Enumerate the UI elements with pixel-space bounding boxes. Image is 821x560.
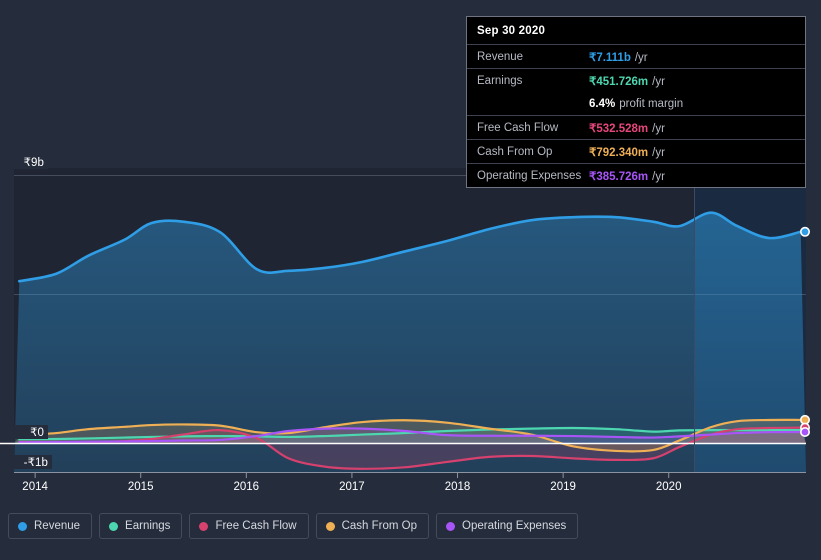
legend-color-dot — [109, 521, 119, 531]
legend-item-operating-expenses[interactable]: Operating Expenses — [436, 513, 579, 539]
tooltip-row-value: ₹451.726m/yr — [589, 75, 665, 88]
legend-item-earnings[interactable]: Earnings — [99, 513, 183, 539]
y-axis-label-top: ₹9b — [0, 155, 48, 169]
x-axis-label-2019: 2019 — [550, 481, 576, 493]
legend-color-dot — [325, 521, 335, 531]
x-axis-label-2018: 2018 — [444, 481, 471, 493]
tooltip-row-label: Cash From Op — [477, 145, 553, 158]
tooltip-row: 6.4% profit margin — [467, 92, 805, 115]
end-marker-operating-expenses[interactable] — [799, 426, 810, 437]
tooltip-row: Revenue ₹7.111b/yr — [467, 44, 805, 68]
legend-item-cash-from-op[interactable]: Cash From Op — [315, 513, 430, 539]
tooltip-row-value: ₹7.111b/yr — [589, 51, 648, 64]
tooltip-row-value: ₹385.726m/yr — [589, 170, 665, 183]
tooltip-row-label: Free Cash Flow — [477, 121, 559, 134]
tooltip-row-unit: profit margin — [619, 97, 684, 110]
tooltip-row-label: Earnings — [477, 74, 523, 87]
legend-item-label: Free Cash Flow — [215, 520, 297, 532]
legend-item-label: Cash From Op — [341, 520, 418, 532]
x-axis-label-2015: 2015 — [127, 481, 154, 493]
y-axis-label-zero: ₹0 — [0, 425, 48, 439]
tooltip-row-unit: /yr — [652, 170, 665, 183]
tooltip-row-unit: /yr — [652, 146, 665, 159]
tooltip-row: Free Cash Flow ₹532.528m/yr — [467, 115, 805, 139]
end-marker-revenue[interactable] — [799, 226, 810, 237]
tooltip-row-value: 6.4% profit margin — [589, 97, 684, 110]
tooltip-row-unit: /yr — [652, 122, 665, 135]
legend-item-free-cash-flow[interactable]: Free Cash Flow — [189, 513, 309, 539]
y-axis-label-bottom: -₹1b — [0, 455, 52, 469]
chart-legend[interactable]: Revenue Earnings Free Cash Flow Cash From O… — [8, 513, 579, 539]
tooltip-row-value: ₹532.528m/yr — [589, 122, 665, 135]
data-tooltip: Sep 30 2020 Revenue ₹7.111b/yr Earnings ₹45… — [466, 16, 806, 188]
legend-item-label: Earnings — [125, 520, 171, 532]
x-axis-label-2020: 2020 — [655, 481, 682, 493]
tooltip-row: Cash From Op ₹792.340m/yr — [467, 139, 805, 163]
tooltip-row-unit: /yr — [652, 75, 665, 88]
legend-item-label: Operating Expenses — [462, 520, 567, 532]
financial-chart: ₹9b ₹0 -₹1b 2014 2015 2016 2017 2018 2019 2020… — [0, 0, 821, 560]
tooltip-row: Operating Expenses ₹385.726m/yr — [467, 163, 805, 187]
tooltip-row-label: Revenue — [477, 50, 524, 63]
tooltip-row-label: Operating Expenses — [477, 169, 582, 182]
tooltip-date: Sep 30 2020 — [477, 25, 546, 37]
legend-item-revenue[interactable]: Revenue — [8, 513, 93, 539]
legend-color-dot — [18, 521, 27, 531]
legend-color-dot — [199, 521, 209, 531]
tooltip-row-value: ₹792.340m/yr — [589, 146, 665, 159]
x-axis-label-2017: 2017 — [339, 481, 365, 493]
x-axis-label-2016: 2016 — [233, 481, 260, 493]
x-axis-label-2014: 2014 — [22, 481, 48, 493]
legend-color-dot — [446, 521, 456, 531]
tooltip-row-unit: /yr — [634, 51, 648, 64]
tooltip-rows: Revenue ₹7.111b/yr Earnings ₹451.726m/yr 6.4… — [467, 44, 805, 187]
series-layer — [14, 211, 806, 472]
tooltip-row: Earnings ₹451.726m/yr — [467, 68, 805, 92]
legend-item-label: Revenue — [34, 520, 81, 532]
